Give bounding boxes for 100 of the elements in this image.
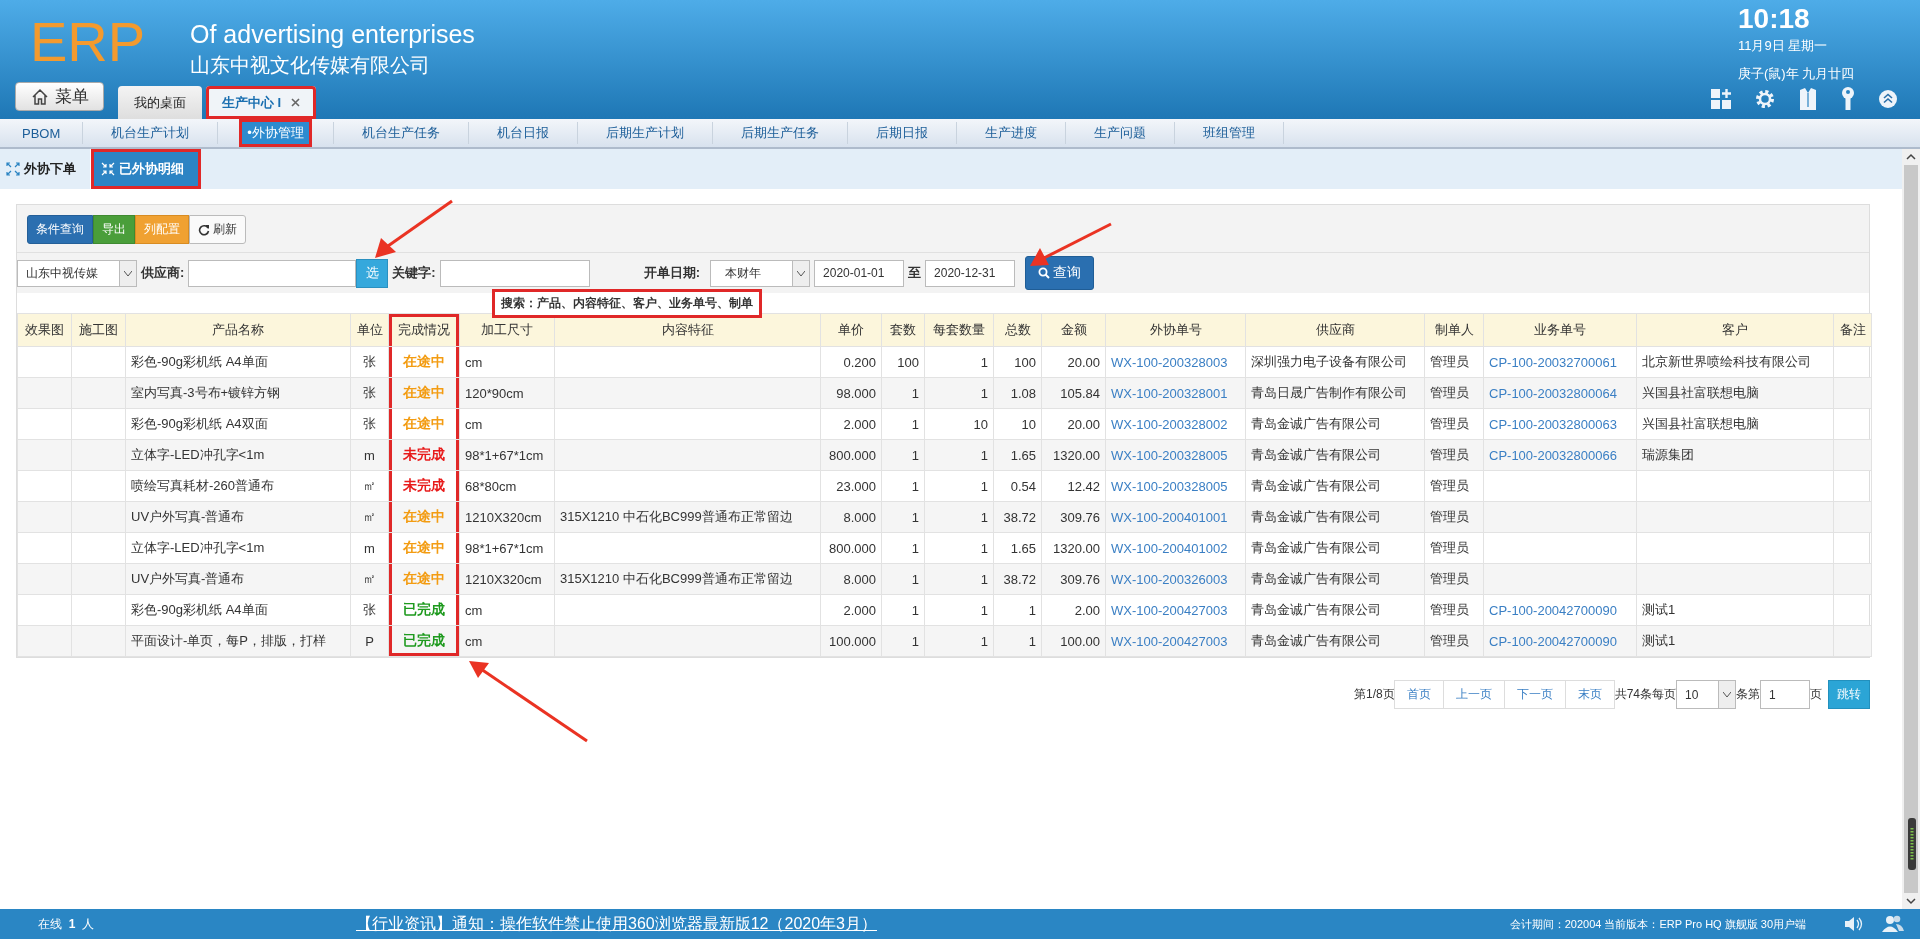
status-text: 已完成 <box>403 601 445 617</box>
nav-item[interactable]: •外协管理 <box>242 122 309 144</box>
table-cell: 兴国县社富联想电脑 <box>1636 377 1834 409</box>
scroll-down-icon[interactable] <box>1906 897 1916 905</box>
total-count: 共74条每页 <box>1614 686 1676 703</box>
order-link[interactable]: CP-100-20042700090 <box>1483 594 1637 626</box>
order-link[interactable]: CP-100-20032800064 <box>1483 377 1637 409</box>
order-link[interactable]: WX-100-200328005 <box>1105 470 1246 502</box>
nav-item[interactable]: 后期生产任务 <box>736 122 823 144</box>
page-field[interactable]: 1 <box>1760 680 1810 709</box>
order-link[interactable]: WX-100-200427003 <box>1105 594 1246 626</box>
order-link[interactable]: WX-100-200328001 <box>1105 377 1246 409</box>
column-header: 备注 <box>1833 313 1872 347</box>
add-widget-icon[interactable] <box>1710 88 1732 110</box>
page-button[interactable]: 首页 <box>1393 680 1444 709</box>
table-cell: 室内写真-3号布+镀锌方钢 <box>125 377 351 409</box>
table-cell: 管理员 <box>1424 625 1484 657</box>
table-cell: 10 <box>924 408 994 440</box>
order-link[interactable]: CP-100-20032700061 <box>1483 346 1637 378</box>
toolbar-button[interactable]: 条件查询 <box>27 215 93 244</box>
column-header: 产品名称 <box>125 313 351 347</box>
nav-item[interactable]: 后期日报 <box>871 122 932 144</box>
lunar-date: 庚子(鼠)年 九月廿四 <box>1738 65 1856 83</box>
table-cell: 青岛金诚广告有限公司 <box>1245 408 1425 440</box>
table-cell: 1.65 <box>993 439 1042 471</box>
shirt-icon[interactable] <box>1798 87 1818 111</box>
table-cell: 23.000 <box>820 470 882 502</box>
keyword-field[interactable] <box>439 259 590 287</box>
subtab[interactable]: 已外协明细 <box>91 149 201 189</box>
nav-item[interactable]: 机台生产任务 <box>357 122 444 144</box>
column-header: 客户 <box>1636 313 1834 347</box>
table-cell: UV户外写真-普通布 <box>125 563 351 595</box>
nav-item[interactable]: 生产问题 <box>1089 122 1150 144</box>
search-tooltip: 搜索：产品、内容特征、客户、业务单号、制单 <box>491 288 762 318</box>
nav-item[interactable]: 后期生产计划 <box>601 122 688 144</box>
order-link[interactable]: WX-100-200401001 <box>1105 501 1246 533</box>
home-icon <box>30 87 49 106</box>
tab[interactable]: 我的桌面 <box>118 86 202 119</box>
period-select[interactable]: 本财年 <box>710 259 811 287</box>
order-link[interactable]: WX-100-200328002 <box>1105 408 1246 440</box>
table-cell: 瑞源集团 <box>1636 439 1834 471</box>
refresh-button[interactable]: 刷新 <box>189 215 246 244</box>
order-link[interactable]: CP-100-20032800066 <box>1483 439 1637 471</box>
expand-arrows-icon <box>6 162 20 176</box>
order-link[interactable]: CP-100-20042700090 <box>1483 625 1637 657</box>
order-link[interactable]: WX-100-200328003 <box>1105 346 1246 378</box>
table-cell: 管理员 <box>1424 377 1484 409</box>
settings-icon[interactable] <box>1754 88 1776 110</box>
collapse-arrows-icon <box>101 162 115 176</box>
table-cell: 1 <box>924 377 994 409</box>
table-cell: 张 <box>350 346 389 378</box>
order-link[interactable]: WX-100-200326003 <box>1105 563 1246 595</box>
scrollbar[interactable] <box>1902 149 1920 909</box>
order-link[interactable]: WX-100-200401002 <box>1105 532 1246 564</box>
collapse-icon[interactable] <box>1878 89 1898 109</box>
table-cell: 1320.00 <box>1041 439 1106 471</box>
table-cell: 100.000 <box>820 625 882 657</box>
close-icon[interactable] <box>291 98 301 107</box>
menu-button[interactable]: 菜单 <box>15 82 104 111</box>
pick-button[interactable]: 选 <box>356 258 389 288</box>
status-text: 未完成 <box>403 477 445 493</box>
nav-item[interactable]: 生产进度 <box>980 122 1041 144</box>
order-link[interactable]: WX-100-200328005 <box>1105 439 1246 471</box>
page-button[interactable]: 上一页 <box>1442 680 1505 709</box>
page-size-select[interactable]: 10 <box>1676 680 1736 709</box>
table-cell: 1 <box>924 346 994 378</box>
column-header: 外协单号 <box>1105 313 1246 347</box>
search-button[interactable]: 查询 <box>1025 256 1095 290</box>
table-cell: 1 <box>993 594 1042 626</box>
tab[interactable]: 生产中心 I <box>206 86 317 119</box>
table-cell: 彩色-90g彩机纸 A4单面 <box>125 594 351 626</box>
search-icon <box>1038 267 1051 279</box>
page-button[interactable]: 末页 <box>1564 680 1615 709</box>
table-cell: 120*90cm <box>459 377 555 409</box>
status-text: 在途中 <box>403 384 445 400</box>
table-cell: cm <box>459 408 555 440</box>
scroll-up-icon[interactable] <box>1906 153 1916 161</box>
supplier-field[interactable] <box>188 259 357 287</box>
nav-item[interactable]: 机台生产计划 <box>107 122 194 144</box>
order-link[interactable]: CP-100-20032800063 <box>1483 408 1637 440</box>
date-from-field[interactable]: 2020-01-01 <box>814 259 905 287</box>
nav-item[interactable]: 班组管理 <box>1198 122 1259 144</box>
side-handle-icon[interactable] <box>1908 818 1916 870</box>
key-icon[interactable] <box>1840 87 1856 111</box>
go-button[interactable]: 跳转 <box>1828 680 1870 709</box>
date-to-field[interactable]: 2020-12-31 <box>925 259 1016 287</box>
nav-item[interactable]: PBOM <box>18 123 65 143</box>
users-icon[interactable] <box>1882 915 1904 933</box>
order-link[interactable]: WX-100-200427003 <box>1105 625 1246 657</box>
speaker-icon[interactable] <box>1844 916 1864 932</box>
company-select[interactable]: 山东中视传媒 <box>17 259 137 287</box>
news-link[interactable]: 【行业资讯】通知：操作软件禁止使用360浏览器最新版12（2020年3月） <box>356 913 877 935</box>
table-cell: 105.84 <box>1041 377 1106 409</box>
table-cell: 兴国县社富联想电脑 <box>1636 408 1834 440</box>
page-button[interactable]: 下一页 <box>1503 680 1566 709</box>
nav-item[interactable]: 机台日报 <box>492 122 553 144</box>
toolbar-button[interactable]: 导出 <box>93 215 135 244</box>
clock-time: 10:18 <box>1738 2 1811 36</box>
caret-icon <box>797 270 806 276</box>
table-cell: 309.76 <box>1041 563 1106 595</box>
